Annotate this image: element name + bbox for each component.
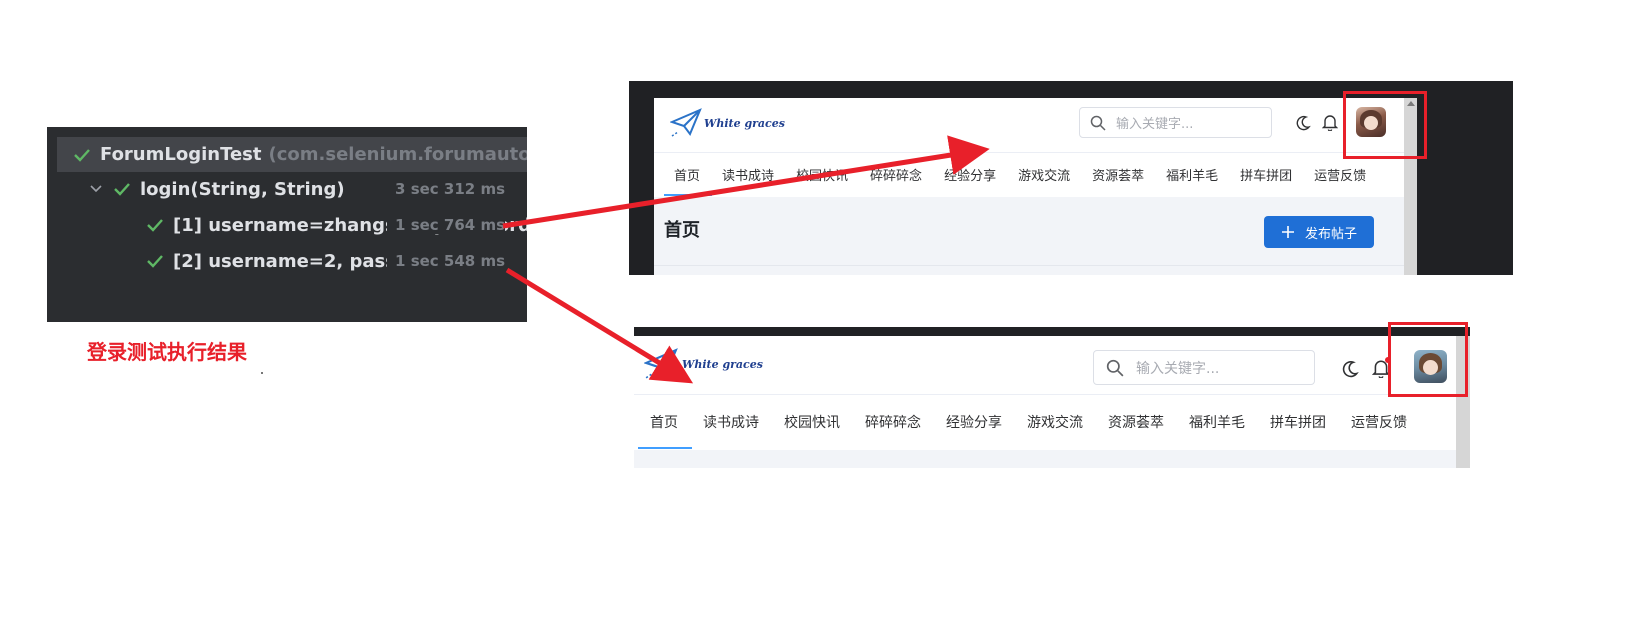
check-icon [74,148,90,162]
nav-item-resources[interactable]: 资源荟萃 [1108,412,1164,432]
content-divider [654,265,1404,266]
nav-item-experience[interactable]: 经验分享 [946,412,1002,432]
test-runner-panel: ForumLoginTest (com.selenium.forumautote… [47,127,527,322]
test-row-case-2[interactable]: [2] username=2, password=2 1 sec 548 ms [47,244,527,278]
forum-header: White graces 输入关键字... [654,98,1404,152]
nav-item-chatter[interactable]: 碎碎碎念 [865,412,921,432]
nav-item-feedback[interactable]: 运营反馈 [1351,412,1407,432]
test-method-name: login(String, String) [140,178,345,200]
nav-item-reading[interactable]: 读书成诗 [722,165,774,184]
search-placeholder: 输入关键字... [1136,360,1220,377]
paper-plane-icon [644,348,678,379]
plus-icon [1281,226,1294,238]
content-area: 首页 发布帖子 [654,197,1404,275]
chevron-down-icon[interactable] [89,182,103,196]
test-method-time: 3 sec 312 ms [387,180,505,198]
result-caption: 登录测试执行结果 [87,340,247,364]
logo-text: White graces [704,116,785,130]
nav-item-campus-news[interactable]: 校园快讯 [784,412,840,432]
nav-item-games[interactable]: 游戏交流 [1018,165,1070,184]
nav-item-home[interactable]: 首页 [650,412,678,432]
forum-logo[interactable]: White graces [644,348,763,380]
test-row-root[interactable]: ForumLoginTest (com.selenium.forumautote… [57,137,527,172]
forum-nav: 首页 读书成诗 校园快讯 碎碎碎念 经验分享 游戏交流 资源荟萃 福利羊毛 拼车… [634,394,1456,448]
search-input[interactable]: 输入关键字... [1093,350,1315,385]
logo-text: White graces [682,357,763,371]
nav-item-welfare[interactable]: 福利羊毛 [1189,412,1245,432]
forum-page: White graces 输入关键字... 首页 读书成诗 校园快讯 碎碎碎念 … [634,336,1456,468]
forum-nav: 首页 读书成诗 校园快讯 碎碎碎念 经验分享 游戏交流 资源荟萃 福利羊毛 拼车… [654,152,1404,196]
search-icon [1090,115,1106,131]
test-case-2-time: 1 sec 548 ms [387,252,505,270]
test-case-1-time: 1 sec 764 ms [387,216,505,234]
nav-item-chatter[interactable]: 碎碎碎念 [870,165,922,184]
forum-page: White graces 输入关键字... 首页 读书成诗 校园快讯 碎碎碎念 … [654,98,1404,275]
check-icon [114,183,130,196]
search-icon [1106,359,1124,376]
moon-icon[interactable] [1295,115,1311,131]
forum-header: White graces 输入关键字... [634,336,1456,394]
nav-item-welfare[interactable]: 福利羊毛 [1166,165,1218,184]
nav-item-feedback[interactable]: 运营反馈 [1314,165,1366,184]
window-top-strip [634,327,1470,336]
avatar-highlight-box-1 [1343,91,1427,159]
test-row-method[interactable]: login(String, String) 3 sec 312 ms [47,172,527,206]
nav-active-indicator [638,447,692,449]
search-input[interactable]: 输入关键字... [1079,107,1272,138]
page-title: 首页 [664,220,700,241]
forum-logo[interactable]: White graces [670,108,785,138]
paper-plane-icon [670,108,702,137]
nav-active-indicator [664,194,712,196]
nav-item-carpool[interactable]: 拼车拼团 [1270,412,1326,432]
test-row-case-1[interactable]: [1] username=zhangsan, password=123456 1… [47,208,527,242]
test-class-name: ForumLoginTest [100,144,262,165]
publish-post-label: 发布帖子 [1304,226,1357,242]
nav-item-resources[interactable]: 资源荟萃 [1092,165,1144,184]
moon-icon[interactable] [1341,360,1359,378]
check-icon [147,255,163,268]
avatar-highlight-box-2 [1388,322,1468,397]
test-class-package: (com.selenium.forumautotest) [268,144,528,165]
stray-dot [261,372,263,374]
nav-item-experience[interactable]: 经验分享 [944,165,996,184]
publish-post-button[interactable]: 发布帖子 [1264,216,1374,248]
bell-icon[interactable] [1322,114,1338,131]
nav-item-carpool[interactable]: 拼车拼团 [1240,165,1292,184]
nav-item-campus-news[interactable]: 校园快讯 [796,165,848,184]
forum-screenshot-case-2: White graces 输入关键字... 首页 读书成诗 校园快讯 碎碎碎念 … [634,327,1470,468]
nav-item-games[interactable]: 游戏交流 [1027,412,1083,432]
nav-item-reading[interactable]: 读书成诗 [703,412,759,432]
check-icon [147,219,163,232]
search-placeholder: 输入关键字... [1116,117,1194,132]
nav-item-home[interactable]: 首页 [674,165,700,184]
content-area [634,450,1456,468]
